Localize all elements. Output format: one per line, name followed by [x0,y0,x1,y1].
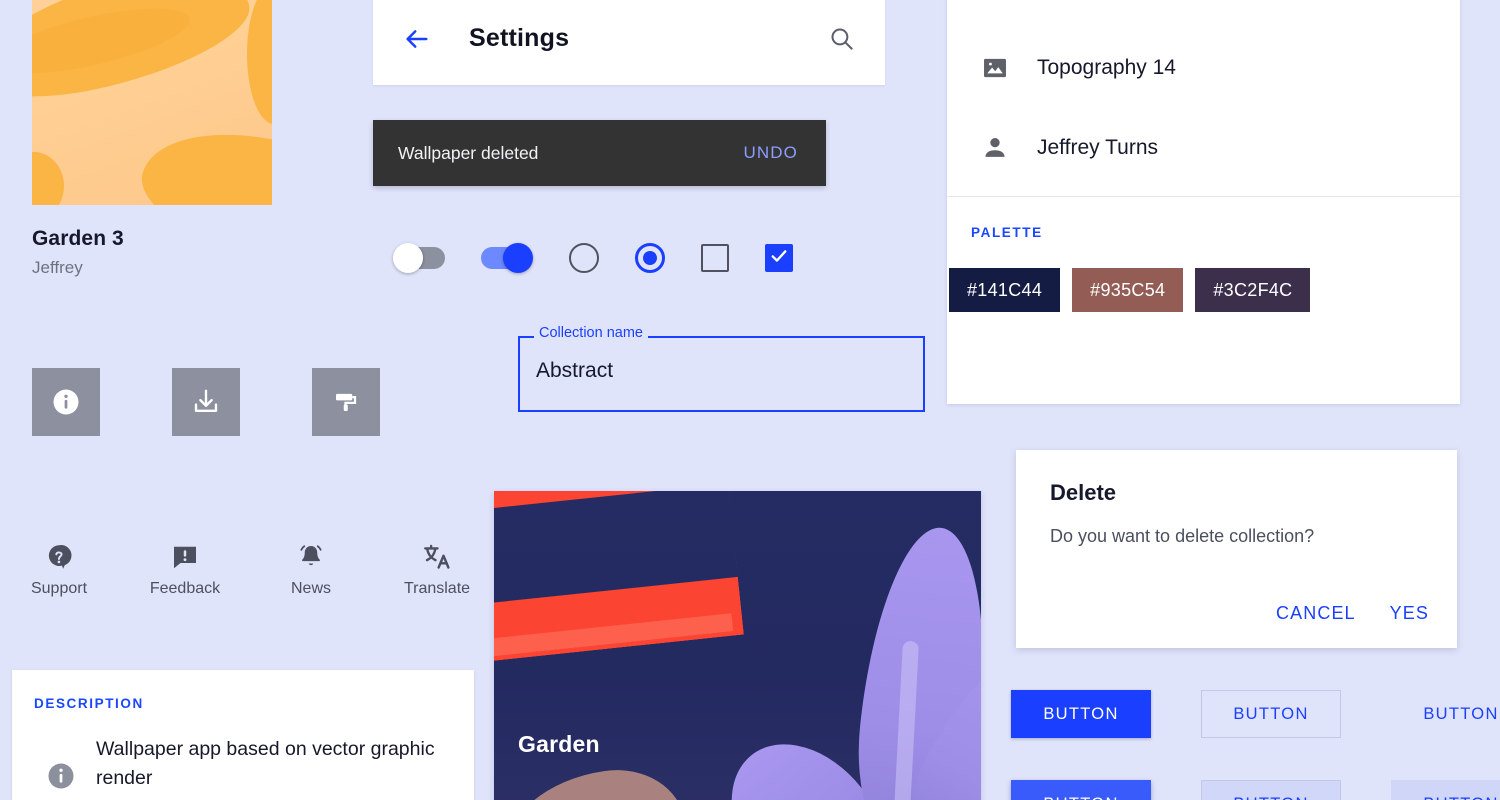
nav-item-translate[interactable]: Translate [394,542,480,598]
app-canvas: Garden 3 Jeffrey Support Feedback News T… [0,0,1500,800]
info-icon [51,387,81,417]
palette-swatch[interactable]: #935C54 [1072,268,1184,312]
nav-label: Feedback [149,580,221,597]
settings-appbar: Settings [373,0,885,85]
nav-item-feedback[interactable]: Feedback [142,542,228,598]
info-icon [46,761,76,796]
translate-icon [422,542,452,572]
featured-card-label: Garden [518,731,600,757]
palette-swatch[interactable]: #3C2F4C [1195,268,1311,312]
wallpaper-preview-card[interactable]: Garden 3 Jeffrey [32,0,272,278]
nav-label: News [290,580,331,597]
feedback-icon [170,542,200,572]
text-button[interactable]: BUTTON [1391,690,1500,738]
confirm-button[interactable]: YES [1390,603,1429,624]
switch-knob [503,243,533,273]
bell-icon [296,542,326,572]
cancel-button[interactable]: CANCEL [1276,603,1356,624]
switch-off[interactable] [393,243,445,273]
contained-button[interactable]: BUTTON [1011,690,1151,738]
wallpaper-actions [32,368,380,436]
radio-selected[interactable] [635,243,665,273]
paint-roller-icon [331,387,361,417]
text-button-hover[interactable]: BUTTON [1391,780,1500,800]
outlined-button-hover[interactable]: BUTTON [1201,780,1341,800]
button-showcase: BUTTON BUTTON BUTTON BUTTON BUTTON BUTTO… [1011,690,1500,800]
description-text: Wallpaper app based on vector graphic re… [96,738,435,789]
checkbox-unchecked[interactable] [701,244,729,272]
nav-item-news[interactable]: News [268,542,354,598]
decorative-blob [247,0,272,124]
description-section-label: DESCRIPTION [34,696,144,711]
list-item-author[interactable]: Jeffrey Turns [947,108,1460,188]
nav-label: Support [30,580,88,597]
wallpaper-title: Garden 3 [32,227,124,250]
description-card: DESCRIPTION Wallpaper app based on vecto… [12,670,474,800]
info-button[interactable] [32,368,100,436]
description-body: Wallpaper app based on vector graphic re… [46,735,474,796]
divider [947,196,1460,197]
featured-wallpaper-card[interactable]: Garden [494,491,981,800]
list-item-label: Topography 14 [1037,56,1176,79]
garden-thumbnail-image[interactable] [32,0,272,205]
delete-dialog: Delete Do you want to delete collection?… [1016,450,1457,648]
field-label: Collection name [534,325,648,341]
dialog-title: Delete [1050,480,1117,505]
switch-on[interactable] [481,243,533,273]
apply-wallpaper-button[interactable] [312,368,380,436]
nav-label: Translate [403,580,471,597]
button-row: BUTTON BUTTON BUTTON [1011,780,1500,800]
palette-section-label: PALETTE [971,225,1043,240]
image-icon [981,54,1025,82]
radio-dot [643,251,657,265]
checkbox-checked[interactable] [765,244,793,272]
download-button[interactable] [172,368,240,436]
person-icon [981,134,1025,162]
bottom-nav: Support Feedback News Translate [16,542,480,598]
nav-item-support[interactable]: Support [16,542,102,598]
snackbar: Wallpaper deleted UNDO [373,120,826,186]
decorative-blob [130,106,272,205]
snackbar-message: Wallpaper deleted [398,142,539,163]
decorative-shape-tan [497,760,691,800]
list-item-label: Jeffrey Turns [1037,136,1158,159]
collection-name-field[interactable]: Collection name Abstract [518,325,925,412]
palette-swatch[interactable]: #141C44 [949,268,1061,312]
arrow-left-icon[interactable] [403,25,431,53]
snackbar-undo-button[interactable]: UNDO [744,143,798,163]
outlined-button[interactable]: BUTTON [1201,690,1341,738]
page-title: Settings [469,24,570,52]
contained-button-hover[interactable]: BUTTON [1011,780,1151,800]
radio-unselected[interactable] [569,243,599,273]
decorative-blob [32,152,64,205]
field-value[interactable]: Abstract [536,359,613,383]
dialog-actions: CANCEL YES [1276,603,1429,624]
switch-knob [393,243,423,273]
collection-info-panel: Topography 14 Jeffrey Turns PALETTE #141… [947,0,1460,404]
help-icon [44,542,74,572]
button-row: BUTTON BUTTON BUTTON [1011,690,1500,738]
search-icon[interactable] [828,25,855,52]
wallpaper-author: Jeffrey [32,258,83,277]
decorative-shape-red-highlight [494,491,734,670]
list-item-topography[interactable]: Topography 14 [947,28,1460,108]
check-icon [769,246,789,271]
download-icon [191,387,221,417]
selection-controls [393,243,793,273]
dialog-message: Do you want to delete collection? [1050,526,1315,546]
palette-swatches: #141C44 #935C54 #3C2F4C [947,268,1460,312]
